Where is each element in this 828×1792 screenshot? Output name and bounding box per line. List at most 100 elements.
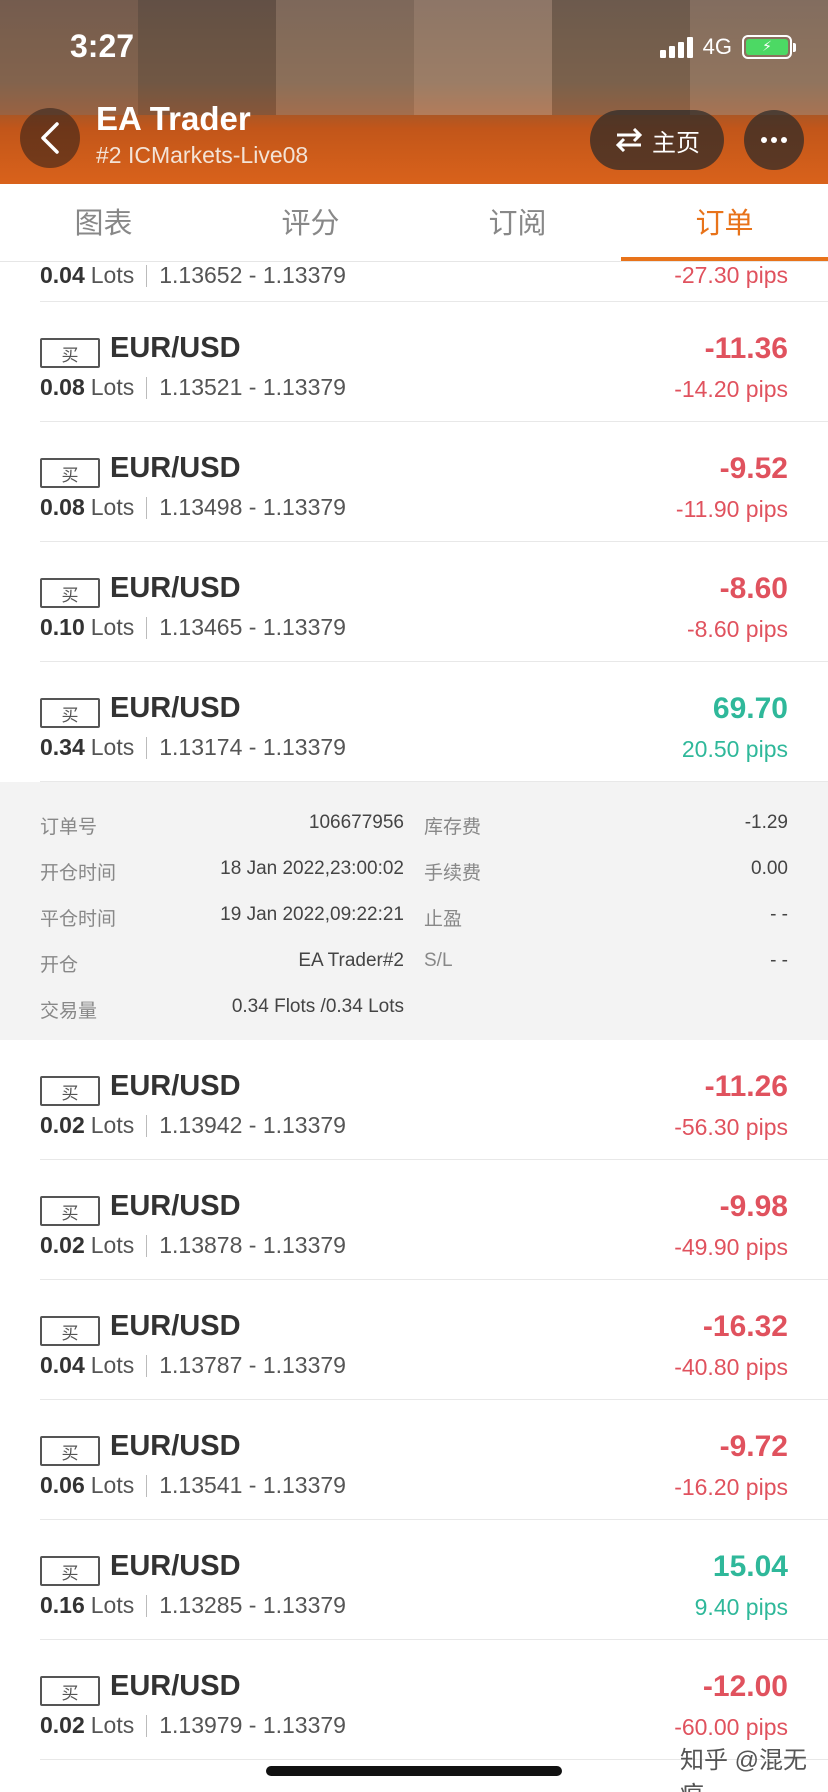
order-price-range: 1.13498 - 1.13379 [159, 494, 346, 520]
order-price-range: 1.13541 - 1.13379 [159, 1472, 346, 1498]
order-lots-line: 0.06 Lots 1.13541 - 1.13379 [40, 1472, 346, 1499]
order-lots: 0.06 [40, 1472, 85, 1498]
status-indicators: 4G ⚡ [659, 34, 796, 60]
order-lots-unit: Lots [90, 1112, 135, 1138]
detail-row: 开仓 EA Trader#2 S/L - - [40, 938, 788, 984]
order-lots-line: 0.02 Lots 1.13979 - 1.13379 [40, 1712, 346, 1739]
order-lots-unit: Lots [90, 1592, 135, 1618]
order-lots: 0.16 [40, 1592, 85, 1618]
order-lots-line: 0.02 Lots 1.13878 - 1.13379 [40, 1232, 346, 1259]
order-lots: 0.08 [40, 374, 85, 400]
buy-badge: 买 [40, 578, 100, 608]
detail-row: 平仓时间 19 Jan 2022,09:22:21 止盈 - - [40, 892, 788, 938]
order-profit: -8.60 [719, 572, 788, 605]
order-pips: -11.90 pips [675, 496, 788, 522]
order-details-panel: 订单号 106677956 库存费 -1.29 开仓时间 18 Jan 2022… [0, 782, 828, 1040]
order-pips: -49.90 pips [674, 1234, 788, 1260]
order-symbol: EUR/USD [110, 332, 241, 364]
order-symbol: EUR/USD [110, 1310, 241, 1342]
background-photo [414, 0, 552, 115]
tab-orders[interactable]: 订单 [621, 184, 828, 261]
order-row[interactable]: 买 EUR/USD 0.02 Lots 1.13942 - 1.13379 -1… [40, 1040, 828, 1160]
order-row[interactable]: 买 EUR/USD 0.04 Lots 1.13787 - 1.13379 -1… [40, 1280, 828, 1400]
buy-badge: 买 [40, 1436, 100, 1466]
buy-badge: 买 [40, 1076, 100, 1106]
order-pips: -8.60 pips [686, 616, 788, 642]
detail-value: - - [770, 904, 788, 925]
order-profit: -9.52 [719, 452, 788, 485]
home-button[interactable]: 主页 [590, 110, 724, 170]
detail-value: 0.34 Flots /0.34 Lots [231, 996, 404, 1017]
buy-badge: 买 [40, 1556, 100, 1586]
order-lots: 0.04 [40, 1352, 85, 1378]
order-pips: -14.20 pips [674, 376, 788, 402]
buy-badge: 买 [40, 1316, 100, 1346]
detail-label: 手续费 [424, 863, 482, 884]
background-photo [276, 0, 414, 115]
detail-row: 交易量 0.34 Flots /0.34 Lots [40, 984, 788, 1030]
order-profit: 15.04 [712, 1550, 788, 1583]
order-lots-unit: Lots [90, 374, 135, 400]
tab-rating[interactable]: 评分 [207, 184, 414, 261]
order-symbol: EUR/USD [110, 1190, 241, 1222]
buy-badge: 买 [40, 338, 100, 368]
orders-list[interactable]: 0.04 Lots 1.13652 - 1.13379 -27.30 pips … [0, 262, 828, 1792]
order-row[interactable]: 买 EUR/USD 0.08 Lots 1.13498 - 1.13379 -9… [40, 422, 828, 542]
order-lots-line: 0.04 Lots 1.13652 - 1.13379 [40, 262, 346, 289]
order-lots-line: 0.16 Lots 1.13285 - 1.13379 [40, 1592, 346, 1619]
order-profit: -12.00 [702, 1670, 788, 1703]
order-lots: 0.02 [40, 1112, 85, 1138]
order-lots-unit: Lots [90, 494, 135, 520]
detail-label: S/L [424, 950, 453, 971]
order-row[interactable]: 买 EUR/USD 0.10 Lots 1.13465 - 1.13379 -8… [40, 542, 828, 662]
more-button[interactable] [744, 110, 804, 170]
order-lots-line: 0.10 Lots 1.13465 - 1.13379 [40, 614, 346, 641]
more-dot [761, 137, 767, 143]
detail-value: 0.00 [751, 858, 788, 879]
order-price-range: 1.13652 - 1.13379 [159, 262, 346, 288]
order-lots-unit: Lots [90, 1232, 135, 1258]
order-profit: 69.70 [712, 692, 788, 725]
detail-value: 18 Jan 2022,23:00:02 [220, 858, 404, 879]
order-row[interactable]: 买 EUR/USD 0.16 Lots 1.13285 - 1.13379 15… [40, 1520, 828, 1640]
divider [146, 1594, 148, 1617]
divider [146, 376, 148, 399]
order-symbol: EUR/USD [110, 1070, 241, 1102]
order-lots-unit: Lots [90, 614, 135, 640]
order-symbol: EUR/USD [110, 1670, 241, 1702]
order-symbol: EUR/USD [110, 452, 241, 484]
order-price-range: 1.13942 - 1.13379 [159, 1112, 346, 1138]
account-subtitle: #2 ICMarkets-Live08 [96, 142, 309, 168]
tab-chart[interactable]: 图表 [0, 184, 207, 261]
order-price-range: 1.13979 - 1.13379 [159, 1712, 346, 1738]
divider [146, 1354, 148, 1377]
order-row[interactable]: 0.04 Lots 1.13652 - 1.13379 -27.30 pips [40, 262, 828, 302]
detail-value: 106677956 [308, 812, 404, 833]
order-price-range: 1.13174 - 1.13379 [159, 734, 346, 760]
order-lots-line: 0.02 Lots 1.13942 - 1.13379 [40, 1112, 346, 1139]
detail-row: 订单号 106677956 库存费 -1.29 [40, 800, 788, 846]
back-button[interactable] [20, 108, 80, 168]
divider [146, 1234, 148, 1257]
order-pips: -56.30 pips [674, 1114, 788, 1140]
order-row[interactable]: 买 EUR/USD 0.02 Lots 1.13878 - 1.13379 -9… [40, 1160, 828, 1280]
order-row[interactable]: 买 EUR/USD 0.06 Lots 1.13541 - 1.13379 -9… [40, 1400, 828, 1520]
detail-label: 库存费 [424, 817, 482, 838]
detail-value: - - [770, 950, 788, 971]
battery-icon: ⚡ [742, 35, 796, 59]
order-price-range: 1.13787 - 1.13379 [159, 1352, 346, 1378]
order-lots-line: 0.08 Lots 1.13521 - 1.13379 [40, 374, 346, 401]
order-profit: -9.72 [719, 1430, 788, 1463]
order-symbol: EUR/USD [110, 692, 241, 724]
page-title: EA Trader [96, 100, 251, 137]
swap-arrows-icon [615, 128, 643, 152]
more-dot [771, 137, 777, 143]
watermark: 知乎 @混无痕 [680, 1747, 808, 1792]
chevron-left-icon [41, 122, 59, 154]
order-row[interactable]: 买 EUR/USD 0.08 Lots 1.13521 - 1.13379 -1… [40, 302, 828, 422]
order-pips: -40.80 pips [674, 1354, 788, 1380]
buy-badge: 买 [40, 1196, 100, 1226]
order-row[interactable]: 买 EUR/USD 0.34 Lots 1.13174 - 1.13379 69… [40, 662, 828, 782]
order-symbol: EUR/USD [110, 1550, 241, 1582]
tab-subscribe[interactable]: 订阅 [414, 184, 621, 261]
